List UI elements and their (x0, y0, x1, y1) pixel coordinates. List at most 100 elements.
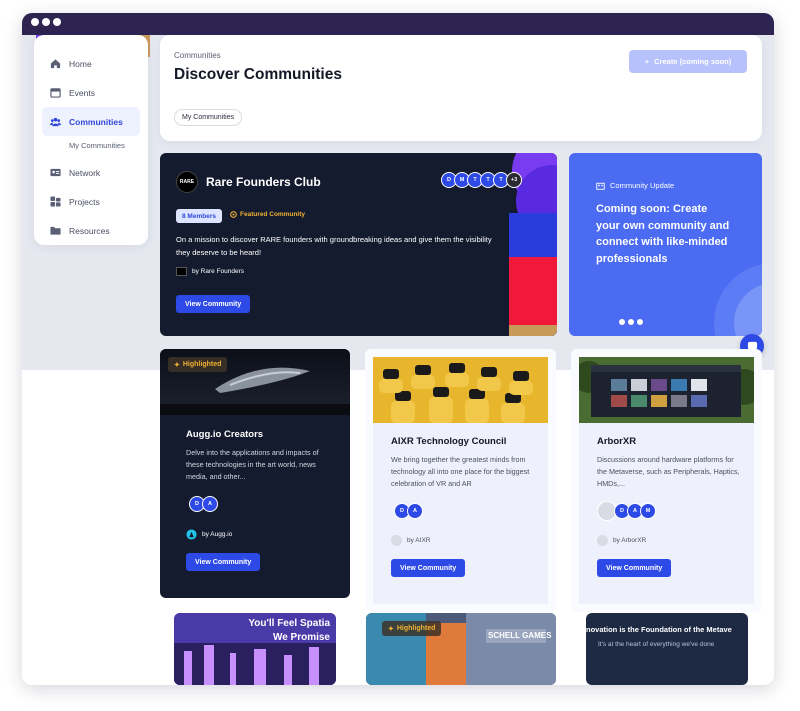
banner-line: You'll Feel Spatia (248, 618, 330, 629)
home-icon (50, 59, 61, 69)
carousel-dot[interactable] (637, 319, 643, 325)
card-image (373, 357, 548, 423)
breadcrumb[interactable]: Communities (174, 51, 221, 60)
avatar[interactable]: M (640, 503, 656, 519)
owner-label: by Augg.io (202, 531, 233, 538)
featured-community-card: RARE Rare Founders Club D M T T T +3 8 M… (160, 153, 557, 336)
sidebar-item-events[interactable]: Events (34, 78, 148, 107)
owner-label: by AIXR (407, 537, 431, 544)
featured-community-tag: Featured Community (230, 211, 305, 218)
folder-icon (50, 226, 61, 235)
sidebar-item-home[interactable]: Home (34, 49, 148, 78)
sidebar: Home Events Communities My Communities N… (34, 35, 148, 245)
owner-label: by ArborXR (613, 537, 647, 544)
highlight-label: Highlighted (182, 361, 222, 368)
card-description: We bring together the greatest minds fro… (391, 455, 530, 488)
sidebar-item-communities[interactable]: Communities (42, 107, 140, 136)
card-title: ArborXR (597, 436, 637, 447)
card-banner-text: You'll Feel Spatia We Promise (248, 617, 330, 645)
featured-description: On a mission to discover RARE founders w… (176, 235, 492, 257)
carousel-dot[interactable] (619, 319, 625, 325)
member-avatars: D M T T T +3 (441, 172, 522, 188)
window-dot-icon[interactable] (53, 18, 61, 26)
community-card-arborxr[interactable]: ArborXR Discussions around hardware plat… (571, 349, 762, 612)
community-card-schell[interactable]: ✦ Highlighted SCHELL GAMES (366, 613, 556, 685)
sidebar-item-label: Communities (69, 116, 123, 127)
community-card-augg[interactable]: ✦ Highlighted Augg.io Creators Delve int… (160, 349, 350, 598)
sparkle-icon: ✦ (388, 625, 394, 633)
card-image (579, 357, 754, 423)
plus-icon: + (644, 57, 650, 66)
highlighted-tag: ✦ Highlighted (168, 357, 228, 372)
card-banner-headline: novation is the Foundation of the Metave (586, 625, 732, 634)
view-community-button[interactable]: View Community (186, 553, 261, 571)
vr-people-illustration (373, 357, 548, 423)
featured-owner: by Rare Founders (176, 267, 244, 276)
members-count-badge: 8 Members (176, 209, 222, 223)
update-label-text: Community Update (610, 181, 675, 190)
community-update-card: Community Update Coming soon: Create you… (569, 153, 762, 336)
window-dot-icon[interactable] (42, 18, 50, 26)
page-title: Discover Communities (174, 66, 342, 83)
sidebar-item-projects[interactable]: Projects (34, 187, 148, 216)
member-avatars: D A (189, 496, 218, 512)
card-owner: by Augg.io (186, 529, 232, 540)
forest-app-screenshot (579, 357, 754, 423)
sidebar-item-label: Network (69, 167, 101, 178)
more-members-badge[interactable]: +3 (506, 172, 522, 188)
carousel-dots[interactable] (619, 319, 643, 325)
avatar[interactable]: A (407, 503, 423, 519)
view-community-button[interactable]: View Community (597, 559, 672, 577)
featured-tag-label: Featured Community (240, 211, 306, 218)
highlight-label: Highlighted (396, 625, 436, 632)
owner-avatar (597, 535, 608, 546)
sidebar-subitem-my-communities[interactable]: My Communities (34, 136, 148, 154)
rare-founders-logo: RARE (176, 171, 198, 193)
owner-avatar (391, 535, 402, 546)
view-community-button[interactable]: View Community (176, 295, 251, 313)
sidebar-item-label: My Communities (69, 140, 125, 150)
augg-logo-icon (186, 529, 197, 540)
sidebar-item-resources[interactable]: Resources (34, 216, 148, 245)
banner-line: We Promise (272, 632, 330, 643)
sparkle-icon: ✦ (174, 361, 180, 369)
calendar-icon (50, 88, 61, 98)
member-avatars: D A M (597, 501, 656, 521)
page-header: Communities Discover Communities + Creat… (160, 35, 762, 141)
blocks-icon (50, 196, 61, 207)
sidebar-item-label: Home (69, 58, 92, 69)
highlighted-tag: ✦ Highlighted (382, 621, 442, 636)
owner-label: by Rare Founders (192, 268, 245, 275)
card-owner: by AIXR (391, 535, 430, 546)
card-description: Discussions around hardware platforms fo… (597, 455, 740, 488)
schell-games-sign: SCHELL GAMES (488, 631, 552, 640)
avatar[interactable]: A (202, 496, 218, 512)
sidebar-item-network[interactable]: Network (34, 158, 148, 187)
window-titlebar (22, 13, 774, 35)
member-avatars: D A (394, 503, 423, 519)
contact-card-icon (50, 168, 61, 177)
community-card-metaverse[interactable]: novation is the Foundation of the Metave… (586, 613, 748, 685)
featured-title[interactable]: Rare Founders Club (206, 175, 321, 189)
building-icon (596, 182, 605, 190)
card-banner-subline: It's at the heart of everything we've do… (598, 641, 715, 648)
sidebar-item-label: Projects (69, 196, 100, 207)
create-button-label: Create (coming soon) (654, 57, 732, 66)
create-community-button[interactable]: + Create (coming soon) (629, 50, 747, 73)
sidebar-item-label: Resources (69, 225, 110, 236)
community-update-label: Community Update (596, 181, 674, 190)
carousel-dot[interactable] (628, 319, 634, 325)
community-card-aixr[interactable]: AIXR Technology Council We bring togethe… (365, 349, 556, 612)
update-message: Coming soon: Create your own community a… (596, 203, 730, 265)
card-owner: by ArborXR (597, 535, 646, 546)
view-community-button[interactable]: View Community (391, 559, 466, 577)
window-dot-icon[interactable] (31, 18, 39, 26)
card-description: Delve into the applications and impacts … (186, 448, 319, 481)
community-card-spatial[interactable]: You'll Feel Spatia We Promise (174, 613, 336, 685)
star-badge-icon (230, 211, 237, 218)
users-icon (50, 117, 61, 127)
app-window: Home Events Communities My Communities N… (22, 13, 774, 685)
my-communities-filter-chip[interactable]: My Communities (174, 109, 243, 126)
card-title: AIXR Technology Council (391, 436, 507, 447)
card-title: Augg.io Creators (186, 429, 264, 440)
